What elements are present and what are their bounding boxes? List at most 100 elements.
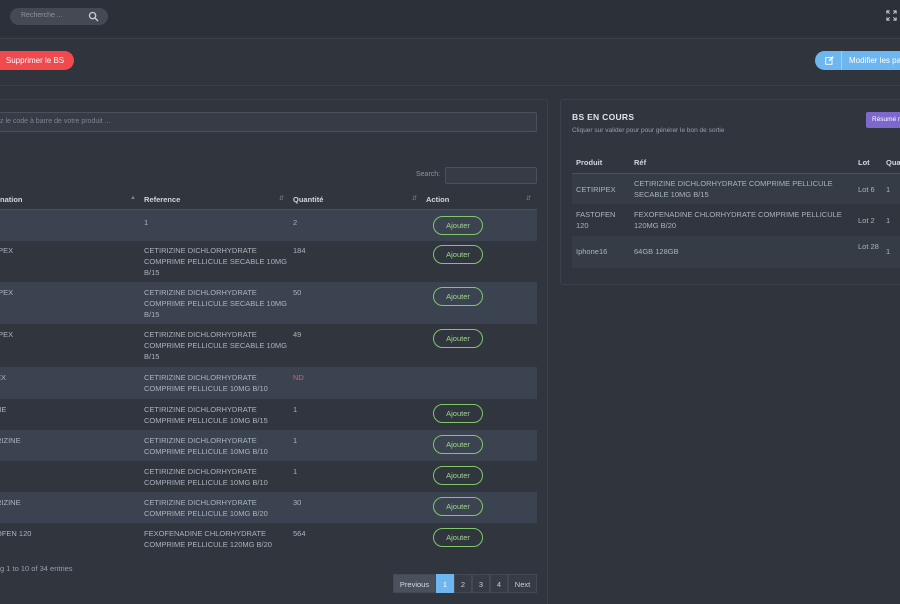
col-designation[interactable]: nation	[0, 195, 23, 204]
sort-icon[interactable]: ⇵	[412, 195, 417, 202]
cell-quantite-nd: ND	[293, 373, 304, 382]
table-row: RIZINE CETIRIZINE DICHLORHYDRATE COMPRIM…	[0, 430, 537, 461]
sort-asc-icon[interactable]: ▲	[130, 195, 136, 201]
add-button[interactable]: Ajouter	[433, 287, 483, 306]
action-strip	[0, 38, 900, 86]
pagination-page-2[interactable]: 2	[454, 574, 472, 593]
cell-reference: CETIRIZINE DICHLORHYDRATE COMPRIME PELLI…	[144, 288, 287, 319]
cell-reference: CETIRIZINE DICHLORHYDRATE COMPRIME PELLI…	[144, 246, 287, 277]
add-button[interactable]: Ajouter	[433, 245, 483, 264]
cell-designation: IPEX	[0, 330, 14, 339]
sort-icon[interactable]: ⇵	[526, 195, 531, 202]
cell-qty: 1	[886, 216, 891, 225]
add-button[interactable]: Ajouter	[433, 435, 483, 454]
top-navbar	[0, 0, 900, 36]
table-search-input[interactable]	[445, 167, 537, 184]
expand-icon[interactable]	[886, 10, 897, 21]
col-action[interactable]: Action	[426, 195, 449, 204]
table-row: RIZINE CETIRIZINE DICHLORHYDRATE COMPRIM…	[0, 492, 537, 523]
cell-reference: CETIRIZINE DICHLORHYDRATE COMPRIME PELLI…	[144, 436, 268, 456]
table-row: IPEX CETIRIZINE DICHLORHYDRATE COMPRIME …	[0, 324, 537, 367]
pagination-previous[interactable]: Previous	[393, 574, 436, 593]
cell-quantite: 1	[293, 405, 298, 414]
cell-reference: CETIRIZINE DICHLORHYDRATE COMPRIME PELLI…	[144, 405, 268, 425]
add-button[interactable]: Ajouter	[433, 329, 483, 348]
cell-designation: IPEX	[0, 288, 14, 297]
col-ref: Réf	[634, 158, 647, 167]
cell-quantite: 564	[293, 529, 306, 538]
cell-reference: CETIRIZINE DICHLORHYDRATE COMPRIME PELLI…	[144, 467, 268, 487]
table-row: NE CETIRIZINE DICHLORHYDRATE COMPRIME PE…	[0, 399, 537, 430]
bs-en-cours-subtitle: Cliquer sur valider pour pour générer le…	[572, 127, 725, 134]
add-button[interactable]: Ajouter	[433, 528, 483, 547]
add-button[interactable]: Ajouter	[433, 466, 483, 485]
edit-icon	[825, 56, 834, 65]
pagination-page-4[interactable]: 4	[490, 574, 508, 593]
barcode-placeholder: z le code à barre de votre produit ...	[0, 118, 111, 125]
cell-ref: 64GB 128GB	[634, 247, 679, 256]
cell-quantite: 2	[293, 218, 298, 227]
cell-quantite: 50	[293, 288, 302, 297]
summary-button[interactable]: Résumé r	[866, 112, 900, 128]
table-row: 1 2 Ajouter	[0, 210, 537, 241]
cell-quantite: 184	[293, 246, 306, 255]
col-quantite[interactable]: Quantité	[293, 195, 323, 204]
cell-produit: CETIRIPEX	[576, 185, 616, 194]
delete-bs-button[interactable]: Supprimer le BS	[0, 51, 74, 70]
table-search-label: Search:	[416, 171, 441, 178]
cell-reference: FEXOFENADINE CHLORHYDRATE COMPRIME PELLI…	[144, 529, 272, 549]
cell-qty: 1	[886, 247, 891, 256]
cell-designation: EX	[0, 373, 7, 382]
cell-quantite: 30	[293, 498, 302, 507]
delete-bs-label: Supprimer le BS	[5, 56, 65, 65]
cell-lot: Lot 28	[858, 242, 879, 251]
barcode-input[interactable]: z le code à barre de votre produit ...	[0, 112, 537, 132]
bs-table-row: FASTOFEN 120 FEXOFENADINE CHLORHYDRATE C…	[572, 204, 900, 236]
cell-reference: CETIRIZINE DICHLORHYDRATE COMPRIME PELLI…	[144, 498, 268, 518]
cell-quantite: 1	[293, 436, 298, 445]
bs-en-cours-title: BS EN COURS	[572, 112, 635, 122]
cell-ref: FEXOFENADINE CHLORHYDRATE COMPRIME PELLI…	[634, 210, 842, 230]
modify-params-label: Modifier les pa	[849, 56, 900, 65]
cell-designation: OFEN 120	[0, 529, 32, 538]
cell-produit: FASTOFEN 120	[576, 210, 616, 230]
add-button[interactable]: Ajouter	[433, 216, 483, 235]
cell-reference: CETIRIZINE DICHLORHYDRATE COMPRIME PELLI…	[144, 373, 268, 393]
cell-quantite: 49	[293, 330, 302, 339]
cell-lot: Lot 2	[858, 216, 875, 225]
pagination-page-3[interactable]: 3	[472, 574, 490, 593]
table-row: OFEN 120 FEXOFENADINE CHLORHYDRATE COMPR…	[0, 523, 537, 555]
cell-qty: 1	[886, 185, 891, 194]
cell-reference: CETIRIZINE DICHLORHYDRATE COMPRIME PELLI…	[144, 330, 287, 361]
bs-table-row: CETIRIPEX CETIRIZINE DICHLORHYDRATE COMP…	[572, 174, 900, 204]
cell-lot: Lot 6	[858, 185, 875, 194]
sort-icon[interactable]: ⇵	[279, 195, 284, 202]
pagination-next[interactable]: Next	[508, 574, 537, 593]
table-row: EX CETIRIZINE DICHLORHYDRATE COMPRIME PE…	[0, 367, 537, 399]
table-row: CETIRIZINE DICHLORHYDRATE COMPRIME PELLI…	[0, 461, 537, 492]
add-button[interactable]: Ajouter	[433, 404, 483, 423]
button-separator	[841, 51, 842, 70]
cell-designation: IPEX	[0, 246, 14, 255]
global-search-input[interactable]: Recherche ...	[10, 8, 108, 25]
search-icon[interactable]	[88, 11, 99, 22]
search-placeholder: Recherche ...	[21, 12, 63, 19]
cell-designation: NE	[0, 405, 7, 414]
cell-ref: CETIRIZINE DICHLORHYDRATE COMPRIME PELLI…	[634, 179, 833, 199]
cell-designation: RIZINE	[0, 436, 21, 445]
bs-table-row: Iphone16 64GB 128GB Lot 28 1	[572, 236, 900, 268]
col-reference[interactable]: Reference	[144, 195, 180, 204]
col-qty: Qua	[886, 158, 900, 167]
col-lot: Lot	[858, 158, 870, 167]
table-row: IPEX CETIRIZINE DICHLORHYDRATE COMPRIME …	[0, 282, 537, 324]
pagination-page-1[interactable]: 1	[436, 574, 454, 593]
entries-info: g 1 to 10 of 34 entries	[0, 564, 73, 573]
cell-reference: 1	[144, 218, 149, 227]
cell-designation: RIZINE	[0, 498, 21, 507]
cell-produit: Iphone16	[576, 247, 608, 256]
cell-quantite: 1	[293, 467, 298, 476]
table-row: IPEX CETIRIZINE DICHLORHYDRATE COMPRIME …	[0, 241, 537, 282]
modify-params-button[interactable]: Modifier les pa	[815, 51, 900, 70]
add-button[interactable]: Ajouter	[433, 497, 483, 516]
col-produit: Produit	[576, 158, 603, 167]
